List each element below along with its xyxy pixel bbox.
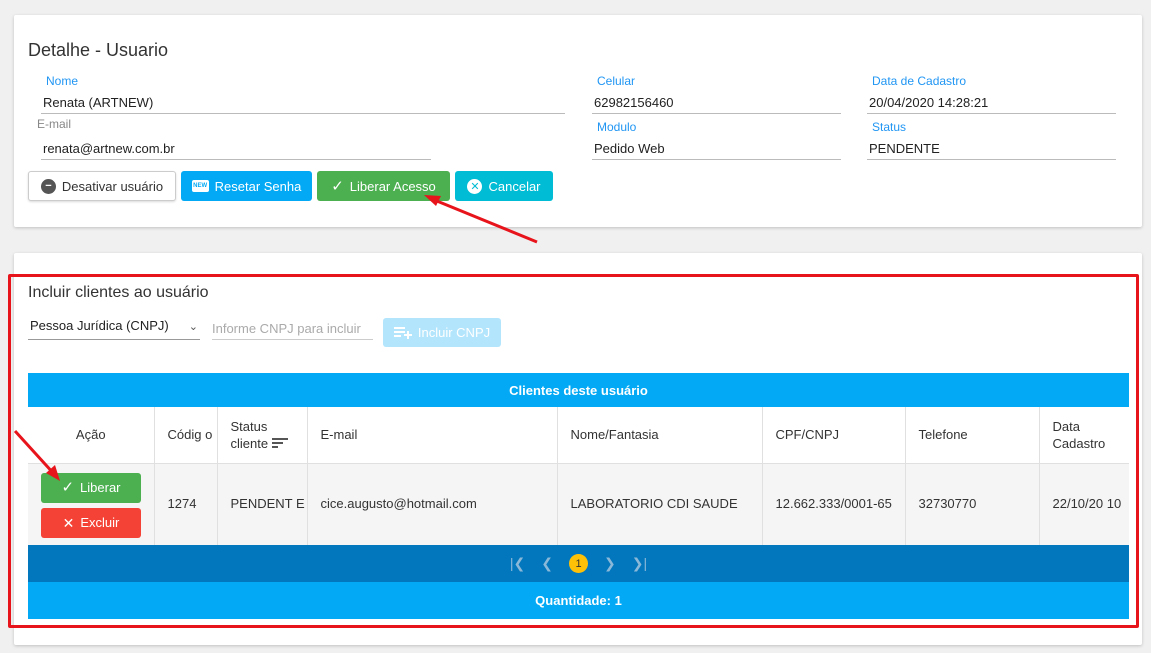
liberar-acesso-label: Liberar Acesso — [349, 178, 436, 194]
col-email: E-mail — [307, 407, 558, 464]
resetar-senha-button[interactable]: NEW Resetar Senha — [181, 171, 312, 201]
clientes-table: Ação Códig o Status cliente E-mail Nome/… — [28, 407, 1129, 545]
col-codigo: Códig o — [154, 407, 218, 464]
chevron-down-icon: ⌄ — [188, 321, 198, 333]
modulo-label: Modulo — [597, 120, 637, 134]
email-label: E-mail — [37, 117, 72, 131]
new-badge-icon: NEW — [191, 180, 209, 192]
data-cell: 22/10/20 10 — [1039, 463, 1129, 545]
close-icon: ✕ — [62, 514, 75, 531]
email-cell: cice.augusto@hotmail.com — [307, 463, 558, 545]
excluir-cliente-button[interactable]: ✕ Excluir — [41, 507, 141, 538]
desativar-usuario-label: Desativar usuário — [61, 178, 164, 194]
col-telefone: Telefone — [905, 407, 1040, 464]
cpf-cell: 12.662.333/0001-65 — [762, 463, 906, 545]
desativar-usuario-button[interactable]: − Desativar usuário — [28, 171, 176, 201]
close-circle-icon: ✕ — [467, 178, 483, 194]
cancelar-label: Cancelar — [488, 178, 541, 194]
status-field[interactable]: PENDENTE — [867, 141, 1116, 160]
resetar-senha-label: Resetar Senha — [214, 178, 302, 194]
acao-cell: ✓ Liberar ✕ Excluir — [28, 463, 155, 545]
playlist-add-icon — [393, 326, 412, 339]
col-nome: Nome/Fantasia — [557, 407, 763, 464]
sort-icon — [271, 437, 288, 448]
last-page-icon[interactable]: ❯| — [632, 555, 647, 572]
table-row: ✓ Liberar ✕ Excluir 1274 PENDENT E cice.… — [28, 463, 1129, 545]
col-acao: Ação — [28, 407, 155, 464]
nome-field[interactable]: Renata (ARTNEW) — [41, 95, 565, 114]
next-page-icon[interactable]: ❯ — [604, 555, 616, 572]
prev-page-icon[interactable]: ❮ — [541, 555, 553, 572]
nome-cell: LABORATORIO CDI SAUDE — [557, 463, 763, 545]
check-icon: ✓ — [331, 178, 344, 195]
current-page[interactable]: 1 — [569, 554, 588, 573]
data-cadastro-label: Data de Cadastro — [872, 74, 967, 88]
check-icon: ✓ — [61, 478, 75, 496]
incluir-cnpj-button[interactable]: Incluir CNPJ — [383, 318, 501, 347]
minus-circle-icon: − — [40, 178, 56, 194]
cancelar-button[interactable]: ✕ Cancelar — [455, 171, 553, 201]
table-header-row: Ação Códig o Status cliente E-mail Nome/… — [28, 407, 1129, 464]
email-field[interactable]: renata@artnew.com.br — [41, 141, 431, 160]
status-label: Status — [872, 120, 907, 134]
liberar-acesso-button[interactable]: ✓ Liberar Acesso — [317, 171, 450, 201]
col-status[interactable]: Status cliente — [217, 407, 308, 464]
celular-label: Celular — [597, 74, 636, 88]
liberar-cliente-button[interactable]: ✓ Liberar — [41, 472, 141, 503]
data-cadastro-field[interactable]: 20/04/2020 14:28:21 — [867, 95, 1116, 114]
codigo-cell: 1274 — [154, 463, 218, 545]
incluir-cnpj-label: Incluir CNPJ — [417, 325, 491, 340]
col-data: Data Cadastro — [1039, 407, 1129, 464]
excluir-cliente-label: Excluir — [80, 514, 120, 530]
tipo-pessoa-value: Pessoa Jurídica (CNPJ) — [30, 318, 169, 333]
clientes-table-title: Clientes deste usuário — [28, 373, 1129, 407]
status-cell: PENDENT E — [217, 463, 308, 545]
clientes-title: Incluir clientes ao usuário — [28, 284, 209, 301]
celular-field[interactable]: 62982156460 — [592, 95, 841, 114]
telefone-cell: 32730770 — [905, 463, 1040, 545]
first-page-icon[interactable]: |❮ — [510, 555, 525, 572]
page-title: Detalhe - Usuario — [28, 40, 169, 60]
cnpj-input[interactable] — [212, 318, 373, 340]
col-status-label: Status cliente — [230, 418, 269, 451]
nome-label: Nome — [46, 74, 79, 88]
quantidade-footer: Quantidade: 1 — [28, 582, 1129, 619]
modulo-field[interactable]: Pedido Web — [592, 141, 841, 160]
tipo-pessoa-select[interactable]: Pessoa Jurídica (CNPJ) ⌄ — [28, 318, 200, 340]
col-cpf: CPF/CNPJ — [762, 407, 906, 464]
liberar-cliente-label: Liberar — [80, 479, 121, 495]
pagination: |❮ ❮ 1 ❯ ❯| — [28, 545, 1129, 582]
